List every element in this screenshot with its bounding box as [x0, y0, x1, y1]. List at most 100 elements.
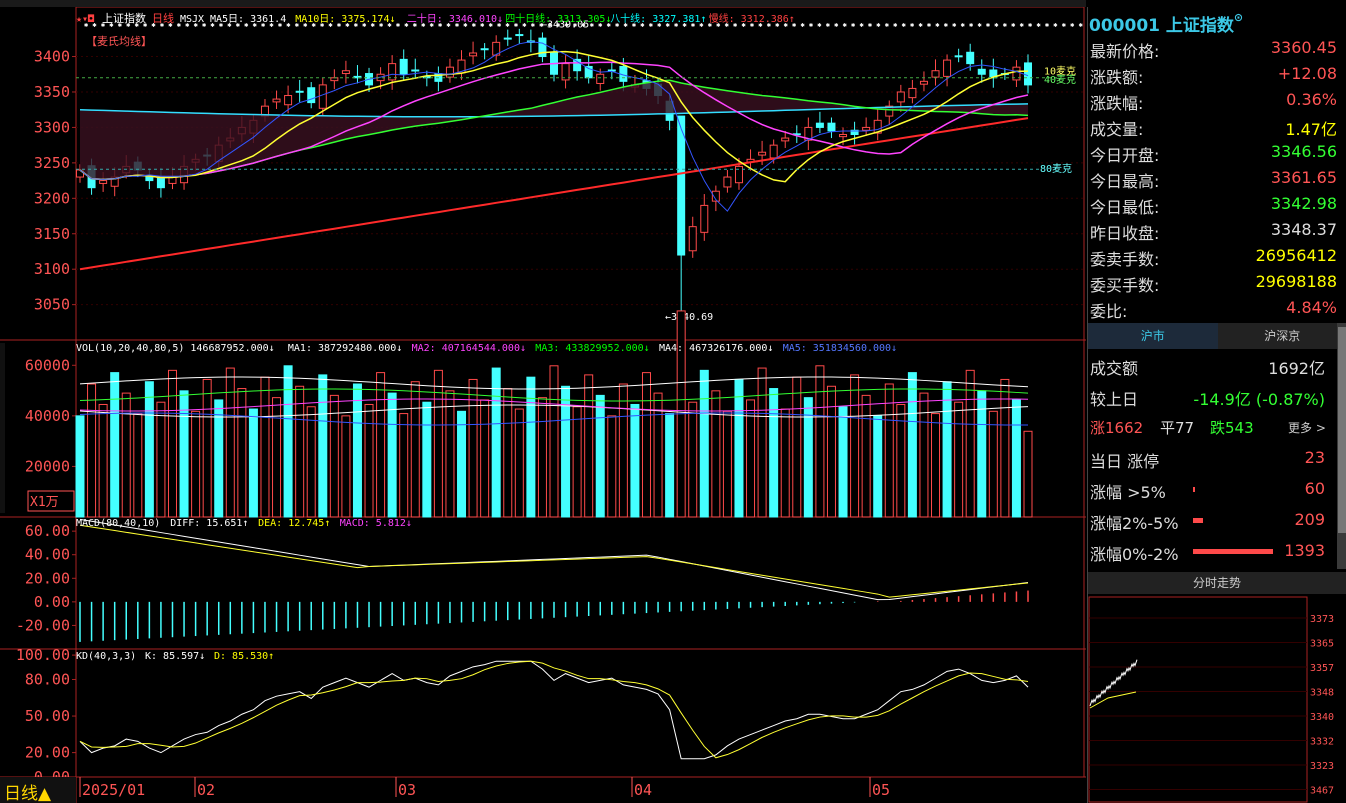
- side-scrollbar[interactable]: [1337, 323, 1346, 569]
- market-tabs[interactable]: 沪市 沪深京: [1088, 323, 1346, 349]
- bucket-label: 涨幅2%-5%: [1090, 514, 1179, 533]
- mini-tick-label: 3332: [1310, 737, 1334, 748]
- quote-label: 涨跌额:: [1090, 68, 1144, 87]
- ma-legend-item: 四十日线: 3313.305↓: [505, 12, 611, 25]
- quote-value: +12.08: [1277, 64, 1337, 83]
- quote-value: 1.47亿: [1285, 120, 1337, 139]
- vol-bar: [387, 392, 397, 518]
- tab-sh-market[interactable]: 沪市: [1088, 323, 1218, 349]
- macd-tick-label: 60.00: [25, 522, 70, 540]
- quote-label: 昨日收盘:: [1090, 224, 1160, 243]
- more-link[interactable]: 更多 >: [1288, 419, 1326, 436]
- candle-body: [445, 66, 454, 78]
- candle-body: [677, 115, 686, 256]
- vol-bar: [665, 413, 675, 518]
- vol-bar: [711, 390, 721, 518]
- quote-value: 3342.98: [1270, 194, 1337, 213]
- macd-legend-item: DEA: 12.745↑: [258, 518, 330, 529]
- vol-bar: [144, 381, 154, 518]
- tab-all-market[interactable]: 沪深京: [1217, 323, 1346, 349]
- vol-bar: [480, 399, 490, 518]
- intraday-chart[interactable]: 3373 3365 3357 3348 3340 3332 3323 3467: [1088, 596, 1346, 803]
- candle-body: [827, 122, 836, 132]
- quote-label: 今日最低:: [1090, 198, 1160, 217]
- up-count: 涨1662: [1090, 419, 1144, 437]
- candle-body: [954, 55, 963, 58]
- label-ma40: 40麦克: [1044, 74, 1076, 86]
- vol-bar: [248, 408, 258, 518]
- vol-bar: [595, 394, 605, 518]
- period-label[interactable]: 日线▲: [4, 779, 51, 803]
- scroll-thumb[interactable]: [1338, 327, 1346, 533]
- vol-bar: [514, 408, 524, 518]
- bucket-row: 涨幅2%-5% 209: [1088, 504, 1346, 535]
- candle-body: [480, 48, 489, 51]
- vol-bar: [410, 381, 420, 518]
- ma-legend-item: 二十日: 3346.010↓: [407, 12, 503, 25]
- turnover-label: 成交额: [1090, 359, 1139, 378]
- quote-row: 涨跌额: +12.08: [1088, 61, 1346, 87]
- vol-bar: [364, 403, 374, 518]
- kline-chart[interactable]: 3400335033003250320031503100305010麦克40麦克…: [0, 7, 1086, 803]
- chart-indicator: MSJX: [180, 14, 204, 25]
- vol-legend-item: MA3: 433829952.000↓: [535, 343, 649, 354]
- date-label: 03: [398, 781, 416, 799]
- vol-bar: [826, 385, 836, 518]
- flat-count: 平77: [1160, 419, 1195, 437]
- bucket-label: 涨幅 >5%: [1090, 483, 1166, 502]
- vs-yesterday-value: -14.9亿 (-0.87%): [1193, 390, 1325, 409]
- vol-bar: [722, 410, 732, 518]
- turnover-value: 1692亿: [1268, 359, 1325, 378]
- macd-tick-label: -20.00: [16, 616, 70, 634]
- date-label: 04: [634, 781, 652, 799]
- vol-bar: [75, 415, 85, 518]
- quote-value: 3360.45: [1270, 38, 1337, 57]
- quote-label: 最新价格:: [1090, 42, 1160, 61]
- bucket-value: 1393: [1284, 541, 1325, 560]
- vol-bar: [318, 374, 328, 518]
- mini-tick-label: 3340: [1310, 712, 1334, 723]
- quote-row: 最新价格: 3360.45: [1088, 35, 1346, 61]
- bucket-row: 涨幅0%-2% 1393: [1088, 535, 1346, 566]
- vol-bar: [87, 383, 97, 518]
- vol-bar: [98, 403, 108, 518]
- ma-legend-item: 慢线: 3312.386↑: [709, 12, 795, 25]
- top-tab-strip[interactable]: 分时指数上证指数国内100指标A股行业指数主板指数上证系列深证系列中证指数国证指…: [0, 0, 1086, 7]
- candle-body: [295, 90, 304, 93]
- bucket-label: 涨幅0%-2%: [1090, 545, 1179, 564]
- vol-bar: [1000, 378, 1010, 518]
- vol-bar: [919, 392, 929, 518]
- macd-legend-item: MACD: 5.812↓: [340, 518, 412, 529]
- vol-bar: [954, 401, 964, 518]
- bucket-list: 涨幅 >5% 60 涨幅2%-5% 209 涨幅0%-2% 1393: [1088, 473, 1346, 566]
- price-tick-label: 3050: [34, 296, 70, 314]
- vol-bar: [884, 383, 894, 518]
- vol-legend-item: MA4: 467326176.000↓: [659, 343, 773, 354]
- macd-tick-label: 0.00: [34, 593, 70, 611]
- date-label: 2025/01: [82, 781, 145, 799]
- period-selector[interactable]: 日线▲: [0, 777, 76, 803]
- mini-tick-label: 3323: [1310, 761, 1334, 772]
- vol-tick-label: 60000: [25, 356, 70, 374]
- quote-value: 3348.37: [1270, 220, 1337, 239]
- quote-label: 委买手数:: [1090, 276, 1160, 295]
- vol-bar: [988, 410, 998, 518]
- vol-bar: [1011, 399, 1021, 518]
- left-margin: [0, 343, 5, 513]
- vol-legend-item: MA2: 407164544.000↓: [412, 343, 526, 354]
- mini-tick-label: 3348: [1310, 688, 1334, 699]
- candle-body: [781, 137, 790, 142]
- candle-body: [284, 95, 293, 106]
- mini-tick-label: 3373: [1310, 614, 1334, 625]
- vs-yesterday-row: 较上日 -14.9亿 (-0.87%): [1088, 380, 1346, 411]
- info-icon[interactable]: ⊙: [1234, 11, 1243, 24]
- kd-tick-label: 50.00: [25, 707, 70, 725]
- vol-bar: [861, 394, 871, 518]
- quote-label: 委比:: [1090, 302, 1128, 321]
- vol-bar: [503, 388, 513, 518]
- turnover-row: 成交额 1692亿: [1088, 349, 1346, 380]
- intraday-title[interactable]: 分时走势: [1088, 572, 1346, 594]
- candle-body: [758, 151, 767, 156]
- quote-label: 委卖手数:: [1090, 250, 1160, 269]
- candle-body: [977, 68, 986, 75]
